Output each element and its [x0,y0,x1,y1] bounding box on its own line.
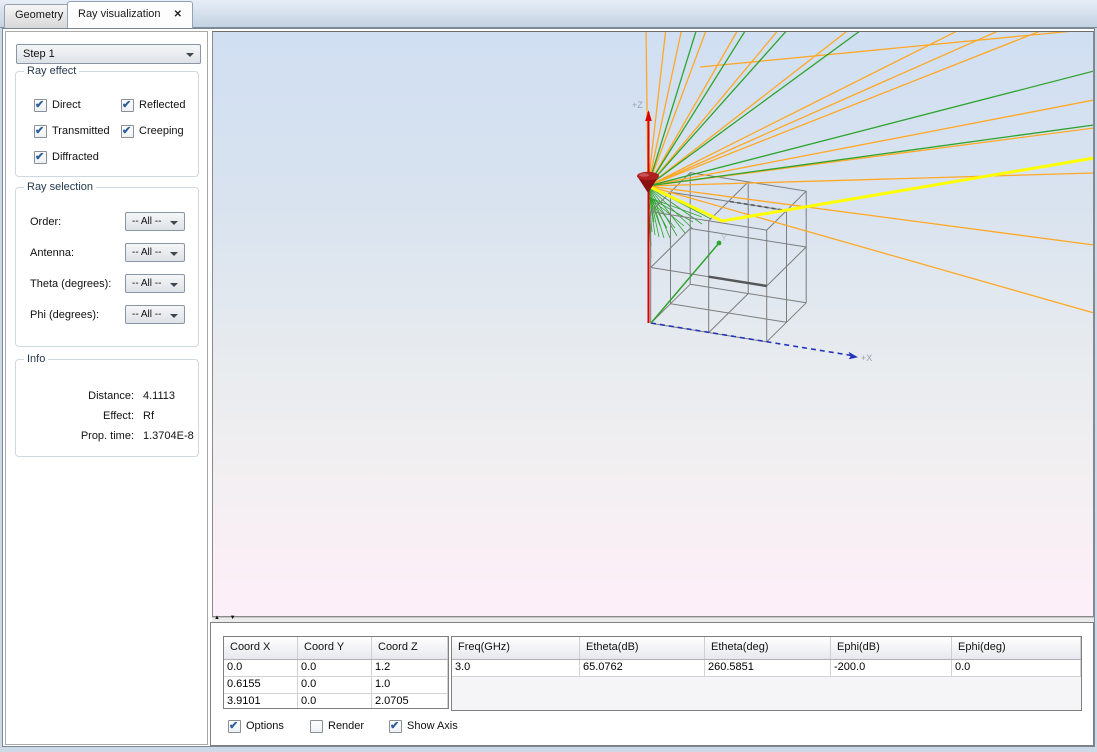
info-label-effect: Effect: [24,410,134,422]
column-header-ephi-deg[interactable]: Ephi(deg) [952,637,1081,659]
chevron-down-icon [170,314,178,318]
chevron-down-icon [170,283,178,287]
ray-selection-title: Ray selection [24,181,96,193]
selector-value: -- All -- [132,247,161,258]
table-cell: 0.0 [952,660,1081,676]
settings-panel: Step 1 Ray effect Direct Reflected Transmi… [5,31,208,745]
results-panel: Coord XCoord YCoord Z0.00.01.20.61550.01… [210,622,1094,746]
table-cell: 0.0 [224,660,298,676]
table-row[interactable]: 0.00.01.2 [224,660,448,677]
x-axis-label: +X [861,353,872,363]
checkbox-box-icon [228,720,241,733]
column-header-etheta-deg[interactable]: Etheta(deg) [705,637,831,659]
table-cell: 1.0 [372,677,448,693]
info-label-prop-time: Prop. time: [24,430,134,442]
column-header-coord-x[interactable]: Coord X [224,637,298,659]
info-title: Info [24,353,48,365]
ray-effect-title: Ray effect [24,65,79,77]
chevron-down-icon [170,221,178,225]
info-value-distance: 4.1113 [143,390,175,402]
table-cell: 1.2 [372,660,448,676]
selector-order[interactable]: -- All -- [125,212,185,231]
checkbox-label: Creeping [139,125,184,137]
checkbox-box-icon [389,720,402,733]
table-cell: 0.0 [298,677,372,693]
y-axis-label: Y [721,233,727,243]
table-row[interactable]: 3.91010.02.0705 [224,694,448,709]
column-header-coord-z[interactable]: Coord Z [372,637,448,659]
checkbox-label: Diffracted [52,151,99,163]
table-header-row: Coord XCoord YCoord Z [224,637,448,660]
table-cell: 3.9101 [224,694,298,709]
field-values-table[interactable]: Freq(GHz)Etheta(dB)Etheta(deg)Ephi(dB)Ep… [451,636,1082,711]
selected-ray-yellow [648,158,1093,221]
reflected-rays-orange [646,32,1093,313]
selection-label-theta-degrees: Theta (degrees): [30,278,111,290]
ray-visualization-window: { "tabs": { "inactive_label": "Geometry"… [0,0,1097,752]
z-axis-arrow-icon [645,110,652,121]
step-selector-value: Step 1 [23,48,55,60]
table-row[interactable]: 0.61550.01.0 [224,677,448,694]
tab-ray-visualization[interactable]: Ray visualization ✕ [67,1,193,28]
checkbox-box-icon [34,99,47,112]
table-header-row: Freq(GHz)Etheta(dB)Etheta(deg)Ephi(dB)Ep… [452,637,1081,660]
selector-value: -- All -- [132,216,161,227]
direct-rays-green [648,32,1093,186]
checkbox-box-icon [121,125,134,138]
chevron-down-icon [170,252,178,256]
selector-value: -- All -- [132,309,161,320]
splitter-collapse-arrows[interactable]: ▲ ▼ [214,615,240,621]
3d-scene: +Z +X Y [213,32,1093,616]
tab-ray-visualization-label: Ray visualization [78,8,161,20]
column-header-freq-ghz[interactable]: Freq(GHz) [452,637,580,659]
selector-phi-degrees[interactable]: -- All -- [125,305,185,324]
table-cell: -200.0 [831,660,952,676]
checkbox-label: Show Axis [407,720,458,732]
checkbox-box-icon [121,99,134,112]
tab-bar: Geometry Ray visualization ✕ [0,0,1097,28]
table-cell: 2.0705 [372,694,448,709]
coordinates-table[interactable]: Coord XCoord YCoord Z0.00.01.20.61550.01… [223,636,449,709]
selection-label-antenna: Antenna: [30,247,74,259]
info-group: Info Distance:4.1113Effect:RfProp. time:… [15,359,199,457]
checkbox-label: Render [328,720,364,732]
table-cell: 65.0762 [580,660,705,676]
ray-selection-group: Ray selection Order:-- All --Antenna:-- … [15,187,199,347]
selector-antenna[interactable]: -- All -- [125,243,185,262]
selection-label-order: Order: [30,216,61,228]
checkbox-label: Transmitted [52,125,110,137]
ray-3d-viewport[interactable]: +Z +X Y [212,31,1094,617]
checkbox-box-icon [34,151,47,164]
table-cell: 3.0 [452,660,580,676]
table-cell: 0.0 [298,694,372,709]
info-value-effect: Rf [143,410,154,422]
checkbox-box-icon [34,125,47,138]
selector-theta-degrees[interactable]: -- All -- [125,274,185,293]
tab-geometry[interactable]: Geometry [4,4,74,28]
step-selector[interactable]: Step 1 [16,44,201,64]
tab-geometry-label: Geometry [15,9,63,21]
selector-value: -- All -- [132,278,161,289]
table-cell: 0.0 [298,660,372,676]
info-label-distance: Distance: [24,390,134,402]
table-cell: 0.6155 [224,677,298,693]
checkbox-label: Direct [52,99,81,111]
tab-close-icon[interactable]: ✕ [174,9,182,20]
z-axis-label: +Z [632,100,643,110]
column-header-etheta-db[interactable]: Etheta(dB) [580,637,705,659]
column-header-coord-y[interactable]: Coord Y [298,637,372,659]
column-header-ephi-db[interactable]: Ephi(dB) [831,637,952,659]
checkbox-box-icon [310,720,323,733]
info-value-prop-time: 1.3704E-8 [143,430,194,442]
table-cell: 260.5851 [705,660,831,676]
chevron-down-icon [186,53,194,57]
checkbox-label: Reflected [139,99,185,111]
checkbox-label: Options [246,720,284,732]
selection-label-phi-degrees: Phi (degrees): [30,309,99,321]
ray-effect-group: Ray effect DirectReflectedTransmittedCre… [15,71,199,177]
table-row[interactable]: 3.065.0762260.5851-200.00.0 [452,660,1081,677]
